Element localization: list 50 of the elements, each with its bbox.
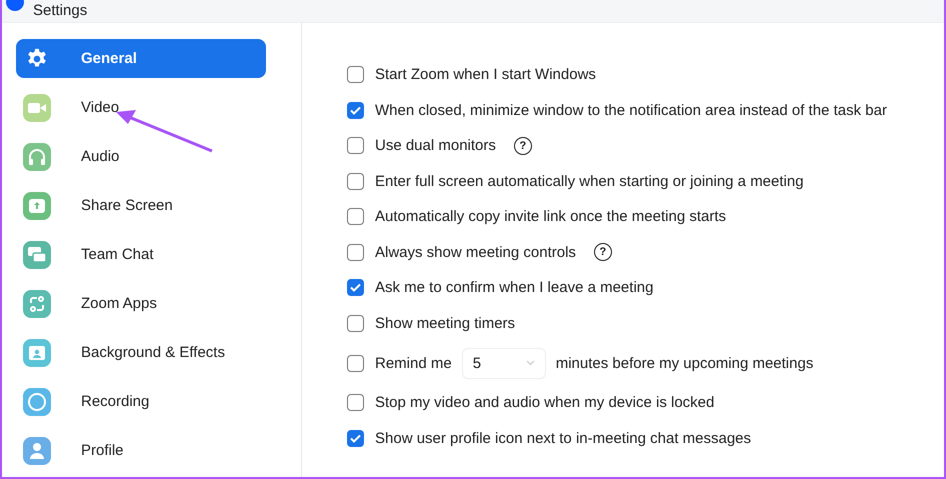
checkbox[interactable]	[347, 354, 364, 372]
person-icon	[23, 436, 51, 464]
option-label: Ask me to confirm when I leave a meeting	[375, 279, 654, 296]
option-label: Automatically copy invite link once the meeting starts	[375, 208, 726, 226]
option-label: Start Zoom when I start Windows	[375, 66, 596, 84]
sidebar-item[interactable]: Recording	[16, 382, 266, 421]
checkmark-icon	[350, 283, 361, 292]
checkmark-icon	[350, 106, 361, 115]
chevron-down-icon	[526, 360, 535, 366]
checkbox[interactable]	[347, 244, 364, 261]
share-screen-icon	[23, 192, 51, 220]
checkbox[interactable]	[347, 279, 364, 296]
sidebar-item[interactable]: Background & Effects	[16, 333, 266, 372]
option-label: Remind me	[375, 354, 452, 372]
checkbox[interactable]	[347, 172, 364, 190]
sidebar-item[interactable]: Audio	[16, 137, 266, 176]
checkbox[interactable]	[347, 208, 364, 226]
checkbox[interactable]	[347, 102, 364, 119]
sidebar-item[interactable]: Profile	[16, 431, 266, 470]
gear-icon	[26, 48, 48, 70]
checkbox[interactable]	[347, 66, 364, 84]
chat-bubbles-icon	[23, 240, 51, 268]
sidebar-item[interactable]: Share Screen	[16, 186, 266, 225]
option-label: Show user profile icon next to in-meeting chat messages	[375, 430, 752, 447]
checkbox[interactable]	[347, 137, 364, 154]
option-label: minutes before my upcoming meetings	[556, 354, 814, 372]
option-label: Use dual monitors	[375, 137, 496, 154]
record-icon	[23, 388, 51, 416]
option-label: Show meeting timers	[375, 314, 516, 332]
option-label: Always show meeting controls	[375, 244, 576, 261]
option-label: When closed, minimize window to the notification area instead of the task bar	[375, 102, 887, 119]
option-label: Enter full screen automatically when starting or joining a meeting	[375, 172, 804, 190]
video-camera-icon	[23, 94, 51, 122]
sidebar-item[interactable]: Zoom Apps	[16, 284, 266, 323]
app-logo-icon	[5, 0, 25, 14]
checkbox[interactable]	[347, 430, 364, 447]
help-icon[interactable]: ?	[514, 136, 532, 155]
checkbox[interactable]	[347, 314, 364, 332]
sidebar-item[interactable]: Video	[16, 88, 266, 127]
checkmark-icon	[350, 434, 361, 443]
window-title: Settings	[33, 2, 88, 19]
sidebar-item[interactable]: Team Chat	[16, 235, 266, 274]
apps-icon	[23, 290, 51, 318]
option-label: Stop my video and audio when my device is locked	[375, 394, 714, 412]
sidebar-item[interactable]: General	[16, 39, 266, 78]
checkbox[interactable]	[347, 394, 364, 412]
minutes-dropdown[interactable]: 5	[462, 348, 546, 378]
headphones-icon	[23, 142, 51, 170]
help-icon[interactable]: ?	[594, 243, 612, 262]
person-frame-icon	[23, 338, 51, 366]
